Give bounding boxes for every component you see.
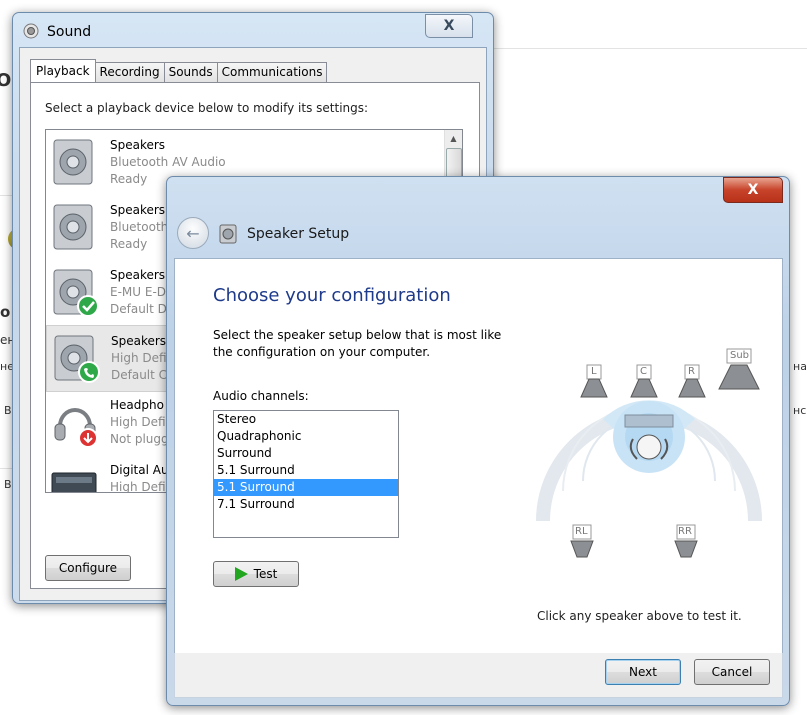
speaker-label: L bbox=[591, 366, 597, 377]
device-name: Speakers bbox=[111, 334, 167, 348]
background-text: В bbox=[4, 404, 12, 417]
speaker-label: Sub bbox=[730, 350, 750, 361]
test-label: Test bbox=[253, 567, 278, 581]
setup-description: Select the speaker setup below that is m… bbox=[213, 328, 502, 359]
speaker-diagram: L C R Sub RL RR bbox=[533, 321, 765, 571]
background-text: на bbox=[793, 360, 807, 373]
digital-audio-icon bbox=[51, 472, 97, 492]
sound-titlebar[interactable]: Sound X bbox=[13, 13, 493, 49]
background-divider bbox=[0, 195, 12, 196]
speaker-label: RR bbox=[678, 526, 692, 537]
audio-channels-label: Audio channels: bbox=[213, 389, 309, 403]
setup-content: Choose your configuration Select the spe… bbox=[174, 258, 783, 654]
speaker-icon bbox=[53, 139, 93, 185]
channel-option[interactable]: Surround bbox=[214, 445, 398, 462]
device-status: Ready bbox=[110, 237, 148, 251]
sound-window-title: Sound bbox=[47, 24, 92, 40]
speaker-label: C bbox=[640, 366, 647, 377]
tab-sounds[interactable]: Sounds bbox=[163, 62, 218, 82]
device-name: Speakers bbox=[110, 138, 166, 152]
page-heading: Choose your configuration bbox=[213, 285, 451, 306]
speaker-setup-window: X ← Speaker Setup Choose your configurat… bbox=[166, 176, 790, 706]
channel-option[interactable]: Quadraphonic bbox=[214, 428, 398, 445]
speaker-icon bbox=[53, 204, 93, 250]
background-text: o bbox=[0, 303, 11, 321]
channel-option[interactable]: 7.1 Surround bbox=[214, 496, 398, 513]
headphones-unplugged-icon bbox=[54, 408, 98, 448]
device-status: Not plugg bbox=[110, 432, 169, 446]
speaker-setup-icon bbox=[219, 224, 237, 244]
device-name: Speakers bbox=[110, 203, 166, 217]
audio-channels-list[interactable]: Stereo Quadraphonic Surround 5.1 Surroun… bbox=[213, 410, 399, 538]
device-driver: High Defi bbox=[110, 480, 166, 493]
subwoofer-speaker-icon[interactable]: Sub bbox=[713, 345, 765, 395]
speaker-label: RL bbox=[575, 526, 588, 537]
device-driver: High Defi bbox=[111, 351, 167, 365]
front-left-speaker-icon[interactable]: L bbox=[571, 361, 617, 407]
device-status: Default D bbox=[110, 302, 167, 316]
device-driver: Bluetooth bbox=[110, 220, 169, 234]
channel-option-selected[interactable]: 5.1 Surround bbox=[214, 479, 398, 496]
front-right-speaker-icon[interactable]: R bbox=[669, 361, 715, 407]
sound-close-button[interactable]: X bbox=[425, 14, 473, 38]
center-speaker-icon[interactable]: C bbox=[621, 361, 667, 407]
speaker-communication-icon bbox=[54, 335, 100, 383]
test-button[interactable]: Test bbox=[213, 561, 299, 587]
sound-app-icon bbox=[23, 23, 39, 39]
play-icon bbox=[234, 567, 248, 581]
device-driver: High Defi bbox=[110, 415, 166, 429]
sound-tabs: Playback Recording Sounds Communications bbox=[30, 58, 328, 83]
scroll-up-icon[interactable]: ▲ bbox=[445, 130, 462, 147]
rear-right-speaker-icon[interactable]: RR bbox=[663, 521, 709, 567]
tab-communications[interactable]: Communications bbox=[216, 62, 328, 82]
playback-prompt: Select a playback device below to modify… bbox=[45, 101, 369, 115]
speaker-label: R bbox=[688, 366, 695, 377]
tab-recording[interactable]: Recording bbox=[94, 62, 165, 82]
setup-close-button[interactable]: X bbox=[723, 177, 783, 203]
background-text: нс bbox=[793, 404, 807, 417]
device-status: Default C bbox=[111, 368, 168, 382]
next-button[interactable]: Next bbox=[605, 659, 681, 685]
back-arrow-icon[interactable]: ← bbox=[177, 217, 209, 249]
device-driver: E-MU E-D bbox=[110, 285, 167, 299]
scroll-thumb[interactable] bbox=[446, 148, 462, 178]
rear-left-speaker-icon[interactable]: RL bbox=[559, 521, 605, 567]
device-name: Headpho bbox=[110, 398, 164, 412]
tab-playback[interactable]: Playback bbox=[30, 59, 96, 83]
configure-button[interactable]: Configure bbox=[45, 555, 131, 581]
channel-option[interactable]: 5.1 Surround bbox=[214, 462, 398, 479]
setup-footer: Next Cancel bbox=[174, 653, 783, 698]
device-name: Digital Au bbox=[110, 463, 169, 477]
device-status: Ready bbox=[110, 172, 148, 186]
background-divider bbox=[490, 48, 807, 49]
background-text: В bbox=[4, 478, 12, 491]
device-driver: Bluetooth AV Audio bbox=[110, 155, 226, 169]
device-name: Speakers bbox=[110, 268, 166, 282]
speaker-test-hint: Click any speaker above to test it. bbox=[537, 609, 742, 623]
speaker-default-icon bbox=[53, 269, 99, 317]
channel-option[interactable]: Stereo bbox=[214, 411, 398, 428]
setup-window-title: Speaker Setup bbox=[247, 226, 350, 242]
background-divider bbox=[0, 468, 12, 469]
cancel-button[interactable]: Cancel bbox=[694, 659, 770, 685]
